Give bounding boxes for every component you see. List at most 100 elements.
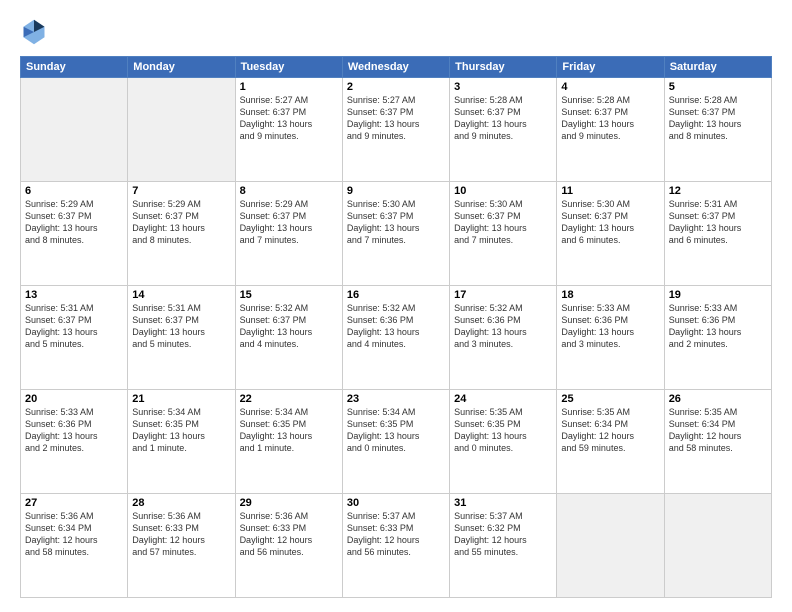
day-detail: Sunrise: 5:30 AM Sunset: 6:37 PM Dayligh… [454, 198, 552, 247]
week-row-1: 1Sunrise: 5:27 AM Sunset: 6:37 PM Daylig… [21, 78, 772, 182]
day-number: 11 [561, 185, 659, 197]
day-number: 24 [454, 393, 552, 405]
calendar-cell: 26Sunrise: 5:35 AM Sunset: 6:34 PM Dayli… [664, 390, 771, 494]
calendar-cell: 1Sunrise: 5:27 AM Sunset: 6:37 PM Daylig… [235, 78, 342, 182]
day-number: 6 [25, 185, 123, 197]
calendar-cell: 21Sunrise: 5:34 AM Sunset: 6:35 PM Dayli… [128, 390, 235, 494]
day-detail: Sunrise: 5:32 AM Sunset: 6:36 PM Dayligh… [454, 302, 552, 351]
day-detail: Sunrise: 5:33 AM Sunset: 6:36 PM Dayligh… [561, 302, 659, 351]
weekday-header-row: SundayMondayTuesdayWednesdayThursdayFrid… [21, 57, 772, 78]
day-detail: Sunrise: 5:29 AM Sunset: 6:37 PM Dayligh… [25, 198, 123, 247]
weekday-header-friday: Friday [557, 57, 664, 78]
day-number: 30 [347, 497, 445, 509]
week-row-3: 13Sunrise: 5:31 AM Sunset: 6:37 PM Dayli… [21, 286, 772, 390]
calendar-cell: 25Sunrise: 5:35 AM Sunset: 6:34 PM Dayli… [557, 390, 664, 494]
calendar-cell [128, 78, 235, 182]
calendar-cell: 7Sunrise: 5:29 AM Sunset: 6:37 PM Daylig… [128, 182, 235, 286]
day-number: 12 [669, 185, 767, 197]
calendar-cell: 22Sunrise: 5:34 AM Sunset: 6:35 PM Dayli… [235, 390, 342, 494]
weekday-header-saturday: Saturday [664, 57, 771, 78]
day-detail: Sunrise: 5:33 AM Sunset: 6:36 PM Dayligh… [669, 302, 767, 351]
calendar-cell: 15Sunrise: 5:32 AM Sunset: 6:37 PM Dayli… [235, 286, 342, 390]
day-detail: Sunrise: 5:35 AM Sunset: 6:34 PM Dayligh… [561, 406, 659, 455]
calendar-cell: 30Sunrise: 5:37 AM Sunset: 6:33 PM Dayli… [342, 494, 449, 598]
week-row-4: 20Sunrise: 5:33 AM Sunset: 6:36 PM Dayli… [21, 390, 772, 494]
calendar-cell: 29Sunrise: 5:36 AM Sunset: 6:33 PM Dayli… [235, 494, 342, 598]
day-detail: Sunrise: 5:33 AM Sunset: 6:36 PM Dayligh… [25, 406, 123, 455]
calendar-cell: 4Sunrise: 5:28 AM Sunset: 6:37 PM Daylig… [557, 78, 664, 182]
calendar-table: SundayMondayTuesdayWednesdayThursdayFrid… [20, 56, 772, 598]
day-number: 20 [25, 393, 123, 405]
calendar-cell: 3Sunrise: 5:28 AM Sunset: 6:37 PM Daylig… [450, 78, 557, 182]
weekday-header-sunday: Sunday [21, 57, 128, 78]
day-number: 7 [132, 185, 230, 197]
day-number: 13 [25, 289, 123, 301]
day-detail: Sunrise: 5:31 AM Sunset: 6:37 PM Dayligh… [669, 198, 767, 247]
day-number: 29 [240, 497, 338, 509]
day-number: 27 [25, 497, 123, 509]
day-number: 10 [454, 185, 552, 197]
day-detail: Sunrise: 5:34 AM Sunset: 6:35 PM Dayligh… [132, 406, 230, 455]
day-number: 16 [347, 289, 445, 301]
day-number: 1 [240, 81, 338, 93]
day-number: 21 [132, 393, 230, 405]
day-number: 2 [347, 81, 445, 93]
day-number: 28 [132, 497, 230, 509]
calendar-cell: 20Sunrise: 5:33 AM Sunset: 6:36 PM Dayli… [21, 390, 128, 494]
day-number: 9 [347, 185, 445, 197]
day-detail: Sunrise: 5:30 AM Sunset: 6:37 PM Dayligh… [347, 198, 445, 247]
day-number: 31 [454, 497, 552, 509]
day-number: 18 [561, 289, 659, 301]
day-detail: Sunrise: 5:35 AM Sunset: 6:34 PM Dayligh… [669, 406, 767, 455]
calendar-cell: 13Sunrise: 5:31 AM Sunset: 6:37 PM Dayli… [21, 286, 128, 390]
day-detail: Sunrise: 5:29 AM Sunset: 6:37 PM Dayligh… [132, 198, 230, 247]
day-detail: Sunrise: 5:32 AM Sunset: 6:36 PM Dayligh… [347, 302, 445, 351]
day-detail: Sunrise: 5:35 AM Sunset: 6:35 PM Dayligh… [454, 406, 552, 455]
weekday-header-thursday: Thursday [450, 57, 557, 78]
day-detail: Sunrise: 5:36 AM Sunset: 6:33 PM Dayligh… [240, 510, 338, 559]
header [20, 18, 772, 46]
day-detail: Sunrise: 5:37 AM Sunset: 6:32 PM Dayligh… [454, 510, 552, 559]
day-detail: Sunrise: 5:34 AM Sunset: 6:35 PM Dayligh… [240, 406, 338, 455]
weekday-header-tuesday: Tuesday [235, 57, 342, 78]
calendar-cell: 24Sunrise: 5:35 AM Sunset: 6:35 PM Dayli… [450, 390, 557, 494]
day-number: 15 [240, 289, 338, 301]
day-number: 8 [240, 185, 338, 197]
logo [20, 18, 52, 46]
calendar-cell: 11Sunrise: 5:30 AM Sunset: 6:37 PM Dayli… [557, 182, 664, 286]
day-detail: Sunrise: 5:31 AM Sunset: 6:37 PM Dayligh… [132, 302, 230, 351]
day-detail: Sunrise: 5:28 AM Sunset: 6:37 PM Dayligh… [561, 94, 659, 143]
calendar-cell [21, 78, 128, 182]
calendar-cell: 19Sunrise: 5:33 AM Sunset: 6:36 PM Dayli… [664, 286, 771, 390]
day-detail: Sunrise: 5:34 AM Sunset: 6:35 PM Dayligh… [347, 406, 445, 455]
day-detail: Sunrise: 5:36 AM Sunset: 6:33 PM Dayligh… [132, 510, 230, 559]
calendar-cell: 28Sunrise: 5:36 AM Sunset: 6:33 PM Dayli… [128, 494, 235, 598]
day-detail: Sunrise: 5:30 AM Sunset: 6:37 PM Dayligh… [561, 198, 659, 247]
day-detail: Sunrise: 5:32 AM Sunset: 6:37 PM Dayligh… [240, 302, 338, 351]
calendar-cell: 12Sunrise: 5:31 AM Sunset: 6:37 PM Dayli… [664, 182, 771, 286]
calendar-cell: 8Sunrise: 5:29 AM Sunset: 6:37 PM Daylig… [235, 182, 342, 286]
week-row-5: 27Sunrise: 5:36 AM Sunset: 6:34 PM Dayli… [21, 494, 772, 598]
weekday-header-monday: Monday [128, 57, 235, 78]
calendar-cell: 10Sunrise: 5:30 AM Sunset: 6:37 PM Dayli… [450, 182, 557, 286]
day-detail: Sunrise: 5:37 AM Sunset: 6:33 PM Dayligh… [347, 510, 445, 559]
day-detail: Sunrise: 5:31 AM Sunset: 6:37 PM Dayligh… [25, 302, 123, 351]
day-number: 17 [454, 289, 552, 301]
calendar-cell: 5Sunrise: 5:28 AM Sunset: 6:37 PM Daylig… [664, 78, 771, 182]
day-number: 4 [561, 81, 659, 93]
day-number: 22 [240, 393, 338, 405]
day-number: 5 [669, 81, 767, 93]
calendar-cell: 31Sunrise: 5:37 AM Sunset: 6:32 PM Dayli… [450, 494, 557, 598]
calendar-cell: 6Sunrise: 5:29 AM Sunset: 6:37 PM Daylig… [21, 182, 128, 286]
calendar-cell: 2Sunrise: 5:27 AM Sunset: 6:37 PM Daylig… [342, 78, 449, 182]
day-number: 23 [347, 393, 445, 405]
logo-icon [20, 18, 48, 46]
calendar-cell: 14Sunrise: 5:31 AM Sunset: 6:37 PM Dayli… [128, 286, 235, 390]
day-number: 19 [669, 289, 767, 301]
calendar-cell: 16Sunrise: 5:32 AM Sunset: 6:36 PM Dayli… [342, 286, 449, 390]
calendar-cell: 27Sunrise: 5:36 AM Sunset: 6:34 PM Dayli… [21, 494, 128, 598]
day-detail: Sunrise: 5:29 AM Sunset: 6:37 PM Dayligh… [240, 198, 338, 247]
calendar-cell [557, 494, 664, 598]
week-row-2: 6Sunrise: 5:29 AM Sunset: 6:37 PM Daylig… [21, 182, 772, 286]
day-detail: Sunrise: 5:28 AM Sunset: 6:37 PM Dayligh… [454, 94, 552, 143]
